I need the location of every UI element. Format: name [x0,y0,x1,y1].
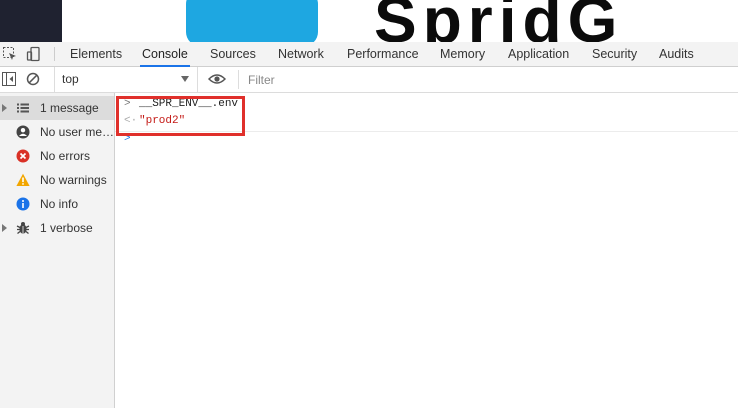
info-icon [16,197,30,211]
sidebar-item-label: 1 verbose [40,221,93,235]
sidebar-item-label: 1 message [40,101,99,115]
device-toolbar-icon[interactable] [26,46,42,62]
filter-input[interactable]: Filter [248,73,275,87]
tab-security[interactable]: Security [592,42,637,66]
console-output: > __SPR_ENV__.env <· "prod2" > [115,93,738,408]
tab-separator [54,47,55,61]
inspect-element-icon[interactable] [2,46,18,62]
tab-elements[interactable]: Elements [70,42,122,66]
clear-console-icon[interactable] [26,72,40,86]
eye-icon[interactable] [208,72,226,86]
devtools-tab-bar: Elements Console Sources Network Perform… [0,42,738,67]
tab-application[interactable]: Application [508,42,569,66]
page-dark-block [0,0,62,42]
context-selector[interactable]: top [54,67,198,92]
tab-audits[interactable]: Audits [659,42,694,66]
context-selector-label: top [62,72,79,86]
chevron-down-icon [181,76,189,82]
error-icon [16,149,30,163]
console-toolbar: top Filter [0,67,738,93]
logo-shape [186,0,318,42]
tab-sources[interactable]: Sources [210,42,256,66]
sidebar-item-warnings[interactable]: No warnings [0,168,114,192]
expand-arrow-icon[interactable] [2,104,7,112]
console-sidebar: 1 message No user me… No errors No warni… [0,93,115,408]
sidebar-item-label: No info [40,197,79,211]
user-icon [16,125,30,139]
sidebar-item-label: No user me… [40,125,115,139]
tab-memory[interactable]: Memory [440,42,485,66]
sidebar-item-info[interactable]: No info [0,192,114,216]
sidebar-item-errors[interactable]: No errors [0,144,114,168]
toggle-sidebar-icon[interactable] [2,72,16,86]
annotation-highlight-box [116,96,245,136]
tab-performance[interactable]: Performance [347,42,419,66]
expand-arrow-icon[interactable] [2,224,7,232]
toolbar-separator [238,70,239,89]
tab-network[interactable]: Network [278,42,324,66]
logo-lettering: SpridG [374,0,624,42]
sidebar-item-label: No warnings [40,173,107,187]
sidebar-item-label: No errors [40,149,91,163]
list-icon [17,103,29,113]
sidebar-item-messages[interactable]: 1 message [0,96,114,120]
sidebar-item-verbose[interactable]: 1 verbose [0,216,114,240]
tab-console[interactable]: Console [140,42,190,67]
warning-icon [16,173,30,186]
bug-icon [16,222,30,235]
sidebar-item-user-messages[interactable]: No user me… [0,120,114,144]
page-background-strip: SpridG [0,0,738,42]
